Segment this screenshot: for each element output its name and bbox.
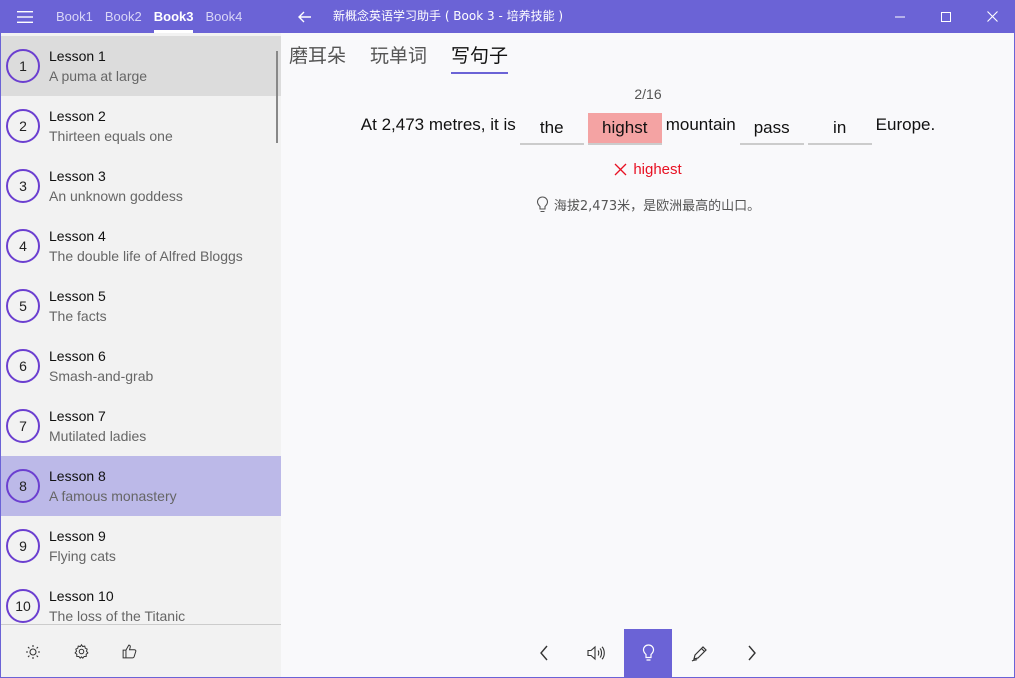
lesson-title: Thirteen equals one [49, 128, 173, 144]
lesson-label: Lesson 9 [49, 528, 106, 544]
book-tab-2[interactable]: Book2 [99, 0, 148, 33]
settings-gear-icon[interactable] [57, 632, 105, 672]
lesson-item-2[interactable]: 2 Lesson 2 Thirteen equals one [1, 96, 281, 156]
lesson-list[interactable]: 1 Lesson 1 A puma at large 2 Lesson 2 Thirtee… [1, 36, 281, 624]
lesson-title: The double life of Alfred Bloggs [49, 248, 243, 264]
answer-blank-wrong[interactable]: highst [587, 113, 662, 145]
lesson-title: Smash-and-grab [49, 368, 154, 384]
error-x-icon [614, 163, 627, 176]
lesson-number-badge: 5 [6, 289, 40, 323]
lesson-item-9[interactable]: 9 Lesson 9 Flying cats [1, 516, 281, 576]
hamburger-menu-icon[interactable] [0, 0, 50, 33]
hint-text: 海拔2,473米，是欧洲最高的山口。 [553, 199, 761, 214]
next-chevron-icon[interactable] [728, 629, 776, 677]
tab-listening[interactable]: 磨耳朵 [289, 41, 346, 74]
sidebar-scrollbar[interactable] [276, 51, 278, 143]
lesson-title: The loss of the Titanic [49, 608, 186, 624]
previous-chevron-icon[interactable] [520, 629, 568, 677]
lesson-item-3[interactable]: 3 Lesson 3 An unknown goddess [1, 156, 281, 216]
lesson-item-10[interactable]: 10 Lesson 10 The loss of the Titanic [1, 576, 281, 624]
lesson-title: A puma at large [49, 68, 148, 84]
lesson-item-4[interactable]: 4 Lesson 4 The double life of Alfred Blogg… [1, 216, 281, 276]
lesson-title: A famous monastery [49, 488, 177, 504]
lesson-label: Lesson 3 [49, 168, 106, 184]
answer-blank[interactable]: pass [739, 113, 804, 145]
lesson-number-badge: 4 [6, 229, 40, 263]
answer-blank[interactable]: the [519, 113, 584, 145]
book-tab-4[interactable]: Book4 [199, 0, 248, 33]
lesson-number-badge: 1 [6, 49, 40, 83]
thumbs-up-icon[interactable] [105, 632, 153, 672]
main-panel: 磨耳朵 玩单词 写句子 2/16 At 2,473 metres, it is t… [281, 33, 1015, 678]
speaker-icon[interactable] [572, 629, 620, 677]
sentence-word: Europe. [875, 115, 936, 134]
tab-sentence-writing[interactable]: 写句子 [451, 41, 509, 74]
pen-write-icon[interactable] [676, 629, 724, 677]
maximize-icon[interactable] [923, 0, 969, 33]
lesson-item-8[interactable]: 8 Lesson 8 A famous monastery [1, 456, 281, 516]
lesson-number-badge: 10 [6, 589, 40, 623]
progress-counter: 2/16 [634, 86, 662, 102]
tab-vocabulary[interactable]: 玩单词 [370, 41, 427, 74]
lesson-label: Lesson 2 [49, 108, 106, 124]
app-title: 新概念英语学习助手 ( Book 3 - 培养技能 ) [333, 9, 564, 23]
lesson-label: Lesson 1 [49, 48, 106, 64]
title-bar: Book1 Book2 Book3 Book4 新概念英语学习助手 ( Book… [0, 0, 1015, 33]
answer-blank[interactable]: in [807, 113, 872, 145]
lesson-number-badge: 3 [6, 169, 40, 203]
lesson-title: Mutilated ladies [49, 428, 147, 444]
lesson-item-7[interactable]: 7 Lesson 7 Mutilated ladies [1, 396, 281, 456]
lesson-label: Lesson 8 [49, 468, 106, 484]
back-arrow-icon[interactable] [290, 0, 320, 33]
lesson-title: An unknown goddess [49, 188, 183, 204]
sentence-word: mountain [665, 115, 736, 134]
lesson-item-1[interactable]: 1 Lesson 1 A puma at large [1, 36, 281, 96]
lightbulb-icon [642, 644, 654, 661]
close-icon[interactable] [969, 0, 1015, 33]
window-controls [877, 0, 1015, 33]
lesson-label: Lesson 5 [49, 288, 106, 304]
correct-answer: highest [633, 161, 682, 178]
lesson-sidebar: 1 Lesson 1 A puma at large 2 Lesson 2 Thirtee… [0, 33, 281, 678]
lesson-label: Lesson 6 [49, 348, 106, 364]
lesson-number-badge: 2 [6, 109, 40, 143]
lesson-item-5[interactable]: 5 Lesson 5 The facts [1, 276, 281, 336]
lesson-label: Lesson 4 [49, 228, 106, 244]
correction-feedback: highest [281, 161, 1015, 178]
book-tabs: Book1 Book2 Book3 Book4 [50, 0, 248, 33]
sentence-word: At 2,473 metres, it is [360, 115, 516, 134]
minimize-icon[interactable] [877, 0, 923, 33]
lesson-title: Flying cats [49, 548, 116, 564]
mode-tabs: 磨耳朵 玩单词 写句子 [289, 41, 532, 74]
hint-lightbulb-button[interactable] [624, 629, 672, 677]
lesson-number-badge: 7 [6, 409, 40, 443]
book-tab-3[interactable]: Book3 [148, 0, 200, 33]
lesson-title: The facts [49, 308, 107, 324]
translation-hint: 海拔2,473米，是欧洲最高的山口。 [281, 195, 1015, 214]
lesson-label: Lesson 10 [49, 588, 114, 604]
lesson-label: Lesson 7 [49, 408, 106, 424]
lightbulb-icon [536, 196, 548, 213]
lesson-number-badge: 9 [6, 529, 40, 563]
brightness-icon[interactable] [9, 632, 57, 672]
sidebar-footer [1, 624, 281, 678]
lesson-item-6[interactable]: 6 Lesson 6 Smash-and-grab [1, 336, 281, 396]
sentence-exercise: At 2,473 metres, it is the highst mountain p… [281, 111, 1015, 145]
lesson-number-badge: 8 [6, 469, 40, 503]
lesson-number-badge: 6 [6, 349, 40, 383]
bottom-toolbar [281, 628, 1015, 678]
book-tab-1[interactable]: Book1 [50, 0, 99, 33]
